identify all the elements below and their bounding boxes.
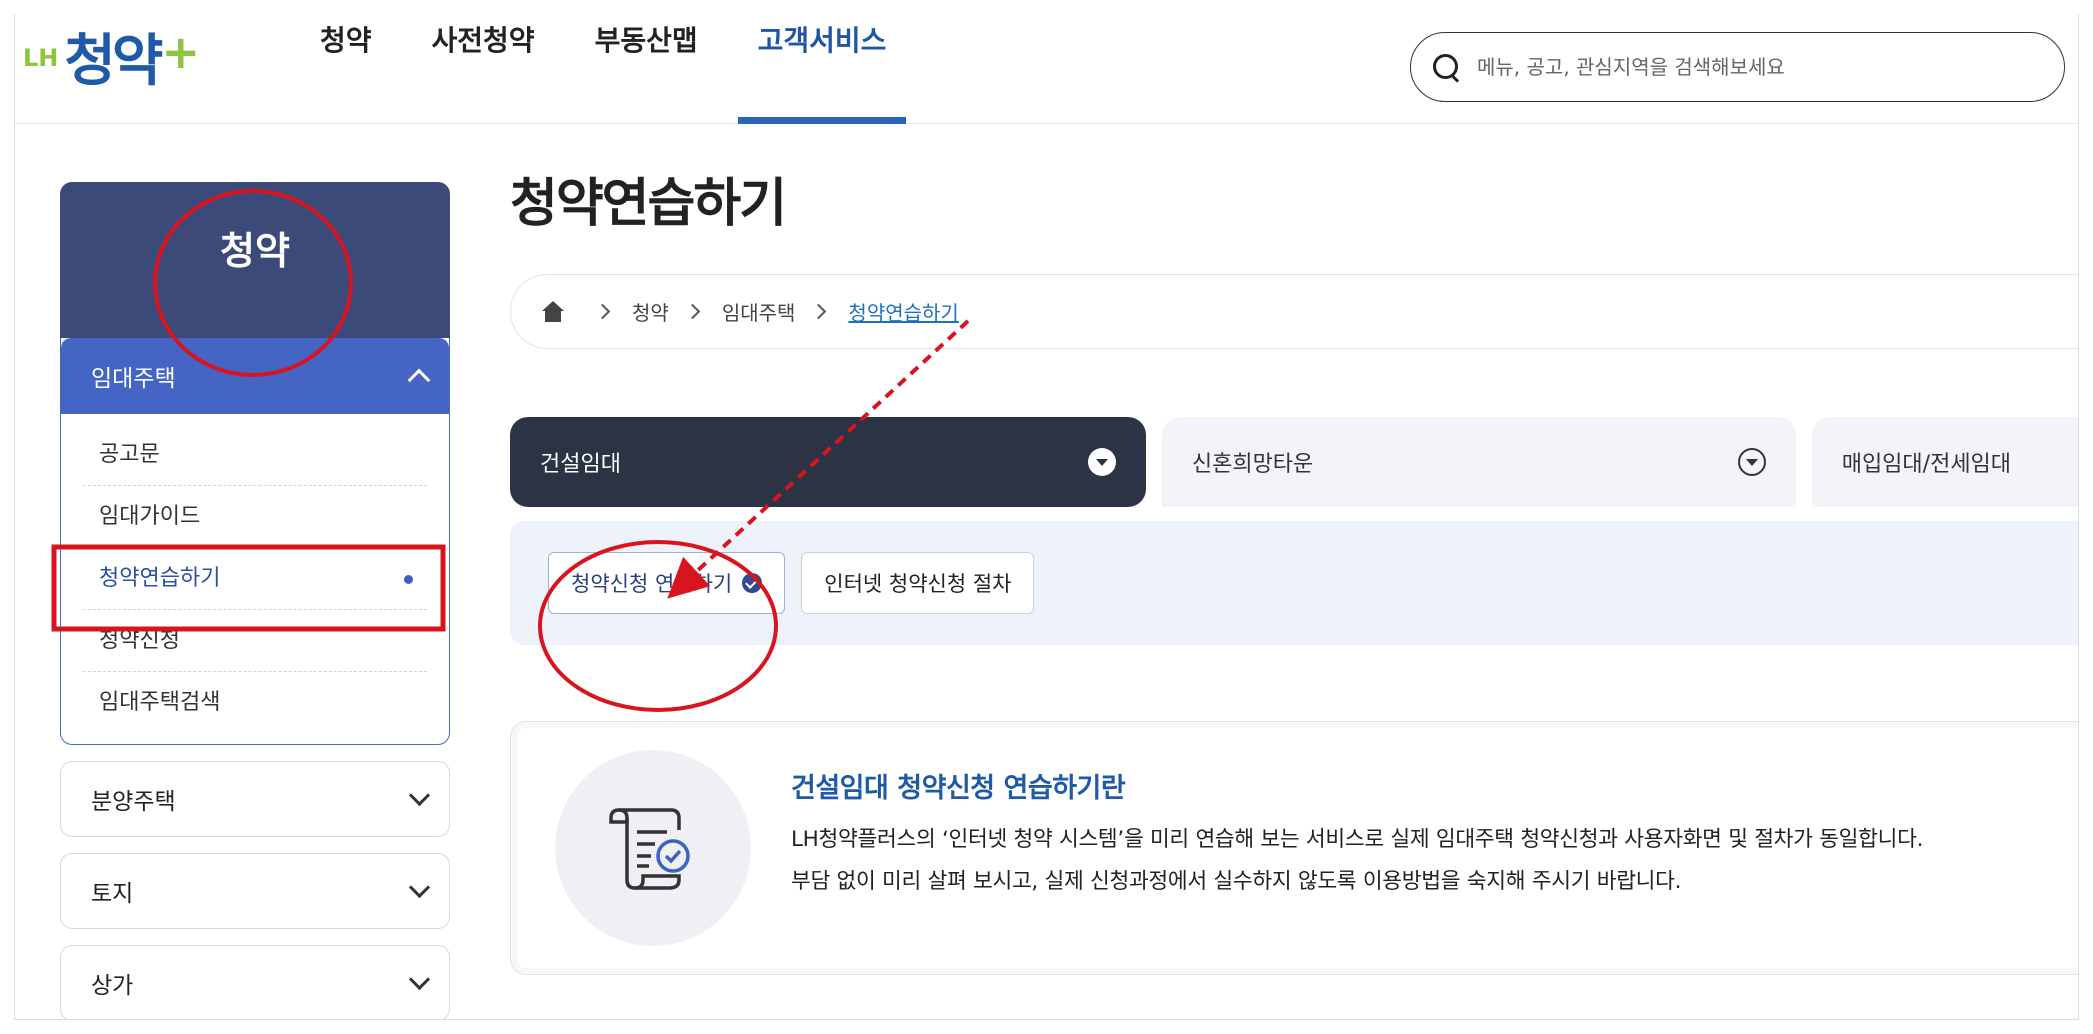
chevron-down-icon <box>408 784 431 806</box>
nav-item-cheongyak[interactable]: 청약 <box>290 14 402 96</box>
site-header: LH 청약 + 청약 사전청약 부동산맵 고객서비스 <box>15 14 2078 124</box>
info-card-text: 건설임대 청약신청 연습하기란 LH청약플러스의 ‘인터넷 청약 시스템’을 미… <box>791 766 1923 903</box>
logo-plus: + <box>161 25 200 79</box>
side-subitem-practice-label: 청약연습하기 <box>99 566 221 591</box>
nav-item-customer-service[interactable]: 고객서비스 <box>728 14 917 124</box>
breadcrumb-item[interactable]: 청약 <box>632 297 669 326</box>
side-subitem-apply[interactable]: 청약신청 <box>83 610 427 672</box>
side-group-sale[interactable]: 분양주택 <box>60 761 450 837</box>
check-circle-icon <box>742 573 763 593</box>
breadcrumb: 청약 임대주택 청약연습하기 <box>510 274 2078 349</box>
tab-construction-rental[interactable]: 건설임대 <box>510 417 1146 507</box>
chevron-up-icon <box>407 368 431 392</box>
browser-viewport: LH 청약 + 청약 사전청약 부동산맵 고객서비스 청약 임대주택 공고문 임… <box>14 14 2079 1020</box>
chevron-right-icon <box>594 303 611 320</box>
main-nav: 청약 사전청약 부동산맵 고객서비스 <box>290 14 916 124</box>
page-title: 청약연습하기 <box>510 174 787 234</box>
side-menu: 청약 임대주택 공고문 임대가이드 청약연습하기 청약신청 임대주택검색 분양주… <box>60 182 450 1019</box>
tab-label: 매입임대/전세임대 <box>1841 452 2012 477</box>
chevron-down-icon <box>408 876 431 898</box>
category-tabs: 건설임대 신혼희망타운 매입임대/전세임대 <box>510 417 2078 507</box>
chevron-down-icon <box>408 968 431 990</box>
logo-name: 청약 <box>64 29 163 94</box>
side-group-shop-label: 상가 <box>91 973 134 999</box>
side-subitem-rental-search[interactable]: 임대주택검색 <box>83 672 427 734</box>
logo-prefix: LH <box>23 44 59 72</box>
breadcrumb-current[interactable]: 청약연습하기 <box>848 297 958 326</box>
main-content: 청약연습하기 청약 임대주택 청약연습하기 건설임대 신혼희망타운 매입임대/전… <box>510 164 2078 975</box>
lh-logo[interactable]: LH 청약 + <box>23 22 200 102</box>
info-card-line: 부담 없이 미리 살펴 보시고, 실제 신청과정에서 실수하지 않도록 이용방법… <box>791 868 1682 894</box>
info-card-heading: 건설임대 청약신청 연습하기란 <box>791 772 1126 804</box>
side-group-sale-label: 분양주택 <box>91 789 176 815</box>
nav-item-realestate-map[interactable]: 부동산맵 <box>565 14 728 96</box>
side-group-rental-header[interactable]: 임대주택 <box>61 338 449 414</box>
subtab-procedure[interactable]: 인터넷 청약신청 절차 <box>801 552 1035 614</box>
subtab-practice[interactable]: 청약신청 연습하기 <box>548 552 786 614</box>
dropdown-circle-icon <box>1087 448 1116 476</box>
search-box[interactable] <box>1410 32 2065 102</box>
home-icon[interactable] <box>541 300 565 323</box>
info-card-line: LH청약플러스의 ‘인터넷 청약 시스템’을 미리 연습해 보는 서비스로 실제… <box>791 826 1924 852</box>
nav-item-pre-cheongyak[interactable]: 사전청약 <box>402 14 565 96</box>
tab-label: 건설임대 <box>540 452 621 477</box>
dropdown-circle-icon <box>1737 448 1766 476</box>
tab-newlywed-town[interactable]: 신혼희망타운 <box>1161 417 1796 507</box>
chevron-right-icon <box>684 303 701 320</box>
subtab-label: 청약신청 연습하기 <box>571 572 733 596</box>
side-group-rental: 임대주택 공고문 임대가이드 청약연습하기 청약신청 임대주택검색 <box>60 338 450 745</box>
side-subitem-rental-guide[interactable]: 임대가이드 <box>83 486 427 548</box>
side-menu-title: 청약 <box>60 182 450 342</box>
active-dot-icon <box>404 575 413 584</box>
side-group-land-label: 토지 <box>91 881 134 907</box>
info-card: 건설임대 청약신청 연습하기란 LH청약플러스의 ‘인터넷 청약 시스템’을 미… <box>510 721 2078 975</box>
side-group-rental-label: 임대주택 <box>91 366 176 392</box>
document-check-icon <box>555 750 751 946</box>
subtab-bar: 청약신청 연습하기 인터넷 청약신청 절차 <box>510 521 2078 645</box>
chevron-right-icon <box>811 303 827 320</box>
search-icon[interactable] <box>1433 54 1459 80</box>
side-group-shop[interactable]: 상가 <box>60 945 450 1019</box>
search-input[interactable] <box>1477 55 2017 79</box>
side-subitem-practice[interactable]: 청약연습하기 <box>83 548 427 610</box>
side-group-land[interactable]: 토지 <box>60 853 450 929</box>
subtab-label: 인터넷 청약신청 절차 <box>824 572 1012 596</box>
tab-purchase-rental[interactable]: 매입임대/전세임대 <box>1811 417 2078 507</box>
tab-label: 신혼희망타운 <box>1191 452 1314 477</box>
side-submenu: 공고문 임대가이드 청약연습하기 청약신청 임대주택검색 <box>61 414 449 744</box>
side-subitem-notice[interactable]: 공고문 <box>83 424 427 486</box>
breadcrumb-item[interactable]: 임대주택 <box>722 297 796 326</box>
